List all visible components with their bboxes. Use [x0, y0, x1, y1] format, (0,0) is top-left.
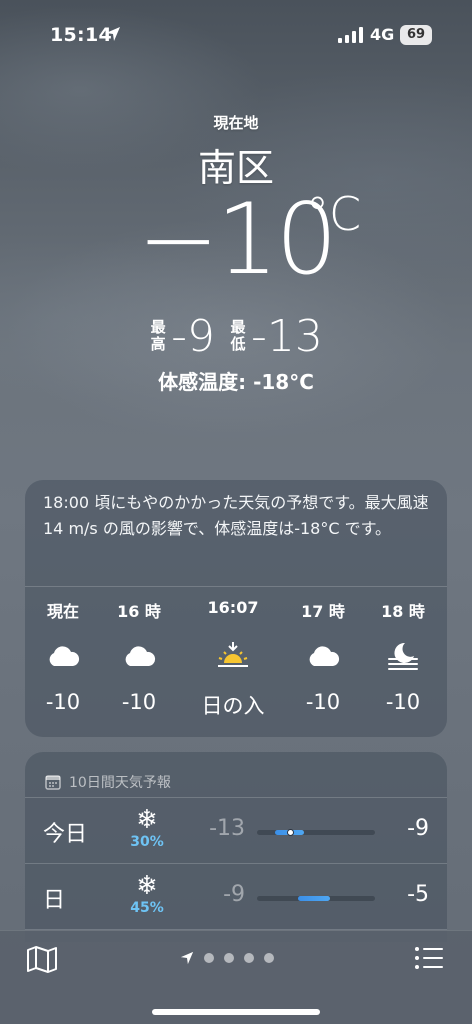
location-label: 現在地 — [213, 114, 259, 132]
hour-label: 現在 — [46, 602, 79, 621]
bottom-toolbar — [0, 930, 472, 1024]
home-indicator[interactable] — [152, 1009, 320, 1015]
daily-forecast-title: 10日間天気予報 — [69, 774, 171, 791]
day-row[interactable]: 日 ❄ 45% -9 -5 — [25, 864, 447, 930]
hour-item: 16:07 日の入 — [193, 598, 273, 720]
hour-temp: -10 — [385, 690, 421, 714]
cloud-icon — [283, 634, 363, 678]
location-arrow-icon — [180, 951, 194, 965]
day-high: -5 — [407, 882, 429, 907]
page-dot[interactable] — [204, 953, 214, 963]
temp-range-bar — [257, 896, 375, 901]
snowflake-icon: ❄ 30% — [125, 806, 169, 850]
sunset-icon — [193, 634, 273, 678]
map-icon[interactable] — [26, 945, 58, 973]
current-temp-dot — [287, 829, 295, 836]
battery-icon: 69 — [400, 25, 432, 45]
hour-label: 17 時 — [301, 602, 345, 621]
low-value: -13 — [251, 310, 323, 362]
calendar-icon — [45, 774, 61, 790]
day-low: -9 — [223, 882, 245, 907]
cloud-icon — [23, 634, 103, 678]
status-time: 15:14 — [50, 24, 112, 46]
temp-range-fill — [298, 896, 331, 901]
hour-label: 16:07 — [207, 598, 259, 617]
hour-item: 18 時 -10 — [363, 598, 443, 714]
hour-temp: -10 — [121, 690, 157, 714]
day-name: 日 — [43, 888, 66, 913]
current-temperature: −10 °C — [0, 185, 472, 295]
cloud-icon — [99, 634, 179, 678]
hour-label: 16 時 — [117, 602, 161, 621]
high-low: 最高 -9 最低 -13 — [0, 308, 472, 362]
network-type: 4G — [370, 25, 395, 44]
hour-item: 現在 -10 — [23, 598, 103, 714]
hour-item: 17 時 -10 — [283, 598, 363, 714]
moon-fog-icon — [363, 634, 443, 678]
hourly-forecast-card[interactable]: 18:00 頃にもやのかかった天気の予想です。最大風速 14 m/s の風の影響… — [25, 480, 447, 737]
hour-temp: -10 — [45, 690, 81, 714]
feels-like: 体感温度: -18°C — [158, 370, 314, 394]
hourly-list[interactable]: 現在 -10 16 時 -10 16:07 日の入 17 時 -10 18 時 … — [25, 598, 447, 728]
page-dot[interactable] — [244, 953, 254, 963]
hour-label: 18 時 — [381, 602, 425, 621]
low-label: 最低 — [229, 319, 247, 353]
location-header: 現在地 南区 — [0, 112, 472, 192]
temperature-unit: °C — [306, 187, 362, 241]
cellular-signal-icon — [338, 27, 363, 43]
status-bar: 15:14 4G 69 — [0, 0, 472, 60]
high-label: 最高 — [149, 319, 167, 353]
high-value: -9 — [171, 310, 215, 362]
day-high: -9 — [407, 816, 429, 841]
precip-chance: 30% — [130, 834, 164, 850]
location-arrow-icon — [106, 27, 120, 41]
day-row[interactable]: 今日 ❄ 30% -13 -9 — [25, 798, 447, 864]
low-label-text: 最低 — [230, 318, 246, 353]
high-label-text: 最高 — [150, 318, 166, 353]
page-indicator[interactable] — [180, 951, 274, 965]
page-dot[interactable] — [224, 953, 234, 963]
temp-range-bar — [257, 829, 375, 836]
hour-temp: 日の入 — [201, 694, 265, 718]
page-dot[interactable] — [264, 953, 274, 963]
forecast-summary: 18:00 頃にもやのかかった天気の予想です。最大風速 14 m/s の風の影響… — [25, 480, 447, 587]
day-name: 今日 — [43, 822, 88, 847]
hour-temp: -10 — [305, 690, 341, 714]
daily-forecast-header: 10日間天気予報 — [25, 752, 447, 798]
hour-item: 16 時 -10 — [99, 598, 179, 714]
day-low: -13 — [209, 816, 245, 841]
precip-chance: 45% — [130, 900, 164, 916]
list-icon[interactable] — [414, 945, 444, 971]
snowflake-icon: ❄ 45% — [125, 872, 169, 916]
daily-forecast-card[interactable]: 10日間天気予報 今日 ❄ 30% -13 -9 日 ❄ 45% -9 -5 — [25, 752, 447, 942]
